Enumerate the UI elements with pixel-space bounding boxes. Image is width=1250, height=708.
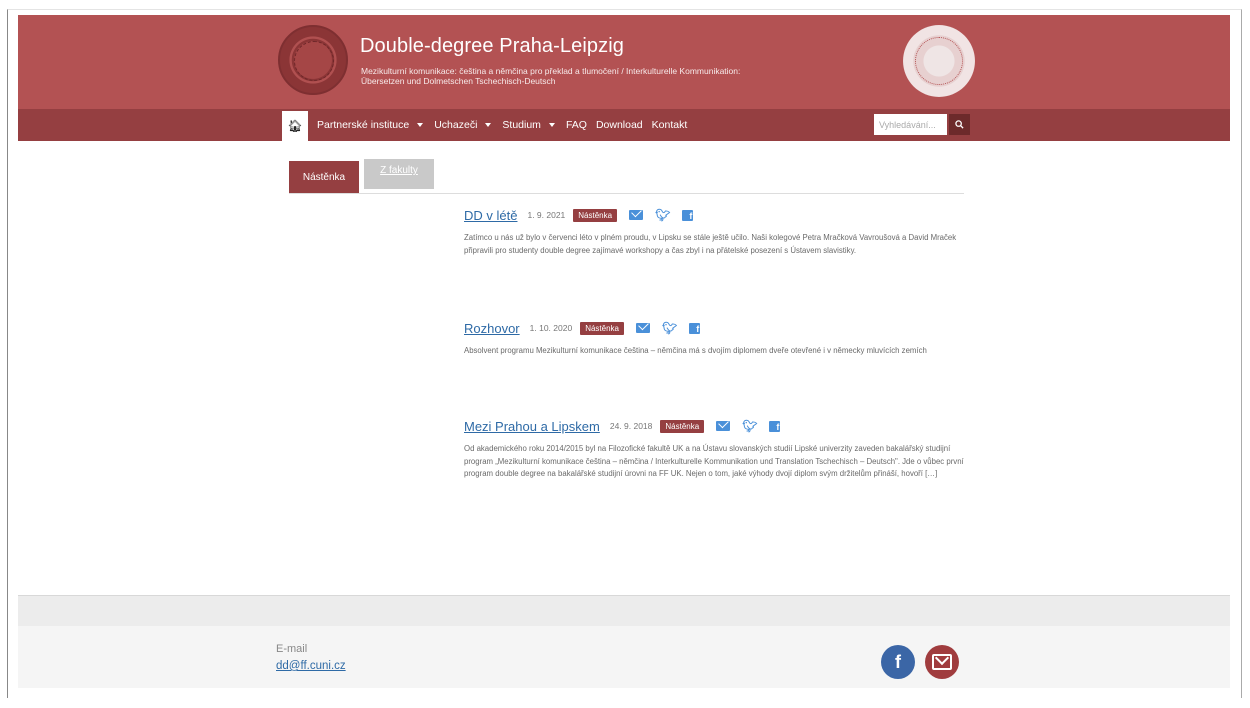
share-facebook-button[interactable]: f	[682, 209, 694, 221]
post-date: 24. 9. 2018	[609, 421, 653, 431]
home-icon: 🏠︎	[287, 119, 303, 133]
category-badge[interactable]: Nástěnka	[573, 208, 618, 222]
footer-facebook-button[interactable]: f	[881, 645, 915, 679]
caret-down-icon	[417, 123, 424, 127]
tab-z-fakulty[interactable]: Z fakulty	[364, 159, 434, 189]
post-title-link[interactable]: Mezi Prahou a Lipskem	[464, 419, 600, 434]
caret-down-icon	[485, 123, 492, 127]
nav-home-button[interactable]: 🏠︎	[282, 111, 308, 141]
nav-item-download[interactable]: Download	[596, 119, 643, 131]
footer-email-label: E-mail	[276, 643, 308, 655]
nav-item-kontakt[interactable]: Kontakt	[652, 119, 688, 131]
share-facebook-button[interactable]: f	[769, 420, 781, 432]
email-icon	[635, 323, 650, 333]
tab-nastenka[interactable]: Nástěnka	[289, 161, 359, 193]
search-input[interactable]	[874, 114, 947, 135]
category-badge[interactable]: Nástěnka	[660, 419, 705, 433]
facebook-icon: f	[689, 322, 701, 334]
twitter-icon: 🐦︎	[661, 321, 678, 335]
share-facebook-button[interactable]: f	[689, 322, 701, 334]
twitter-icon: 🐦︎	[655, 208, 671, 222]
share-email-button[interactable]	[635, 323, 650, 333]
email-icon	[932, 654, 952, 670]
post-title-link[interactable]: DD v létě	[464, 208, 517, 223]
caret-down-icon	[548, 123, 555, 127]
twitter-icon: 🐦︎	[742, 419, 758, 433]
nav-item-partnerske-instituce[interactable]: Partnerské instituce	[317, 119, 424, 131]
facebook-icon: f	[895, 651, 901, 672]
post-date: 1. 9. 2021	[527, 210, 566, 220]
nav-item-label: Kontakt	[651, 119, 688, 131]
nav-item-uchazeci[interactable]: Uchazeči	[434, 119, 492, 131]
nav-item-studium[interactable]: Studium	[502, 119, 555, 131]
facebook-icon: f	[769, 420, 781, 432]
footer-email-link[interactable]: dd@ff.cuni.cz	[276, 660, 346, 672]
search-icon	[955, 120, 964, 129]
nav-item-label: Download	[595, 119, 643, 131]
share-twitter-button[interactable]: 🐦︎	[655, 208, 670, 222]
site-subtitle: Mezikulturní komunikace: čeština a němči…	[361, 66, 741, 86]
post-title-link[interactable]: Rozhovor	[464, 321, 520, 336]
share-email-button[interactable]	[716, 421, 731, 431]
search-button[interactable]	[949, 114, 970, 135]
category-badge[interactable]: Nástěnka	[580, 321, 624, 335]
share-email-button[interactable]	[629, 210, 644, 220]
facebook-icon: f	[682, 209, 694, 221]
faculty-seal-logo[interactable]	[278, 25, 348, 95]
site-title[interactable]: Double-degree Praha-Leipzig	[360, 35, 624, 58]
footer-divider-bar	[18, 595, 1230, 627]
nav-item-label: Partnerské instituce	[317, 119, 410, 131]
email-icon	[629, 210, 644, 220]
nav-item-faq[interactable]: FAQ	[566, 119, 587, 131]
site-header	[18, 15, 1230, 109]
university-seal-logo[interactable]	[903, 25, 975, 97]
post-item: Mezi Prahou a Lipskem 24. 9. 2018 Nástěn…	[464, 417, 974, 481]
post-excerpt: Zatímco u nás už bylo v červenci léto v …	[464, 233, 957, 255]
share-twitter-button[interactable]: 🐦︎	[662, 321, 677, 335]
email-icon	[716, 421, 731, 431]
post-item: Rozhovor 1. 10. 2020 Nástěnka 🐦︎ f Absol…	[464, 319, 974, 358]
main-nav: 🏠︎ Partnerské instituce Uchazeči Studium…	[282, 109, 687, 141]
nav-item-label: FAQ	[565, 119, 587, 131]
post-excerpt: Od akademického roku 2014/2015 byl na Fi…	[464, 444, 964, 478]
post-item: DD v létě 1. 9. 2021 Nástěnka 🐦︎ f Zatím…	[464, 206, 974, 257]
site-footer	[18, 626, 1230, 688]
nav-item-label: Studium	[502, 119, 541, 131]
nav-item-label: Uchazeči	[434, 119, 478, 131]
content-tabs: Nástěnka Z fakulty	[289, 159, 964, 194]
footer-email-button[interactable]	[925, 645, 959, 679]
share-twitter-button[interactable]: 🐦︎	[742, 419, 757, 433]
post-date: 1. 10. 2020	[529, 323, 573, 333]
post-excerpt: Absolvent programu Mezikulturní komunika…	[464, 346, 927, 355]
